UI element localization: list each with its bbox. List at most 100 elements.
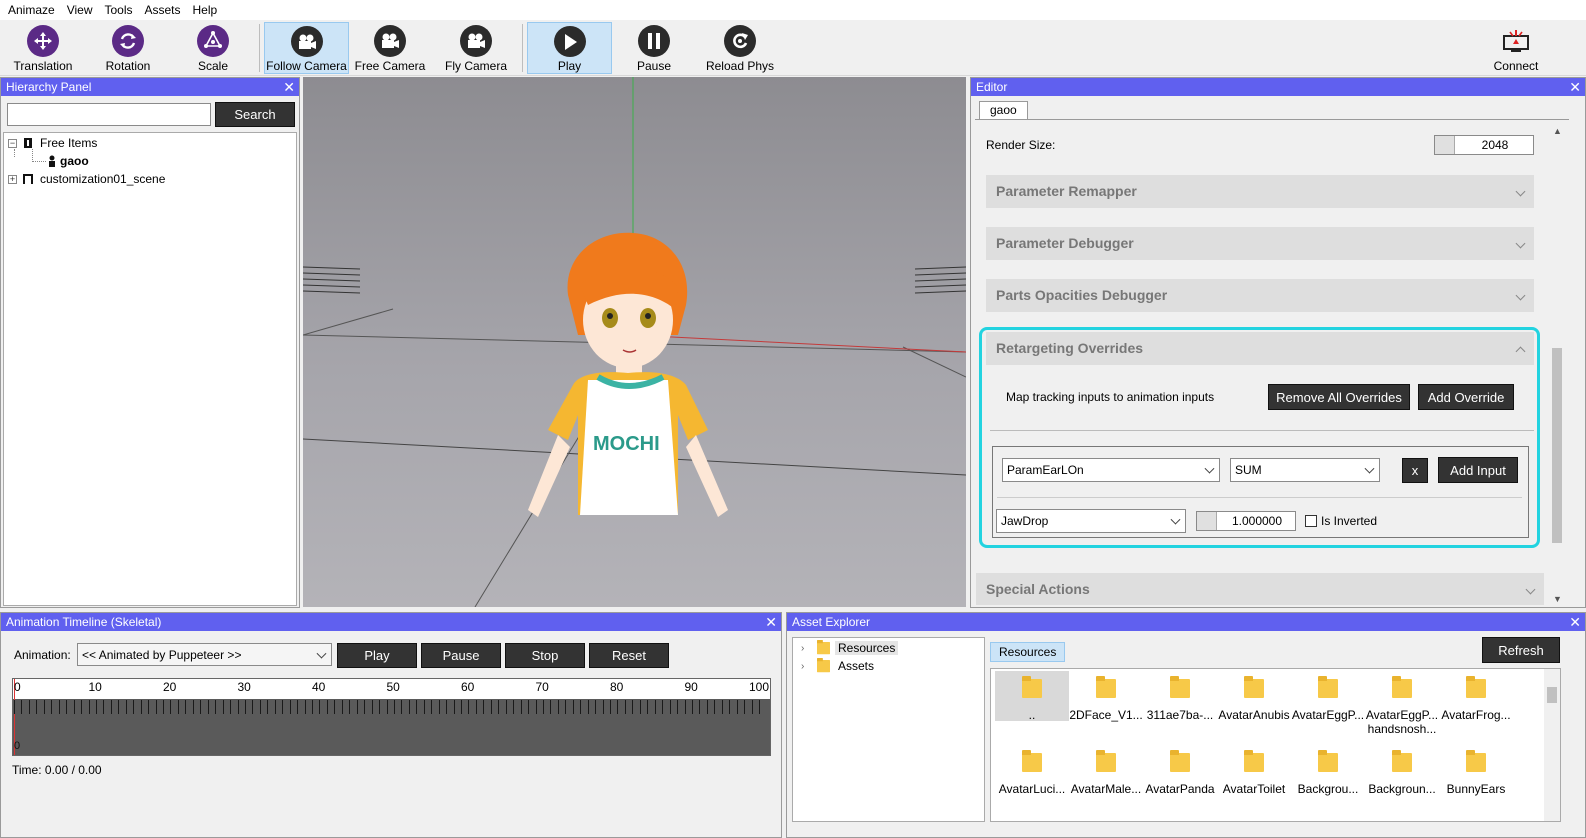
remove-override-button[interactable]: x [1402, 458, 1428, 483]
folder-icon [1466, 676, 1486, 698]
menu-tools[interactable]: Tools [98, 0, 138, 20]
asset-item[interactable]: .. [995, 671, 1069, 722]
timeline-play-button[interactable]: Play [337, 643, 417, 668]
fly-camera-button[interactable]: Fly Camera [440, 22, 512, 74]
add-override-button[interactable]: Add Override [1418, 384, 1514, 410]
editor-scrollbar[interactable]: ▲ ▼ [1550, 122, 1564, 606]
search-button[interactable]: Search [215, 102, 295, 127]
scale-button[interactable]: Scale [180, 22, 246, 74]
tree-item-resources[interactable]: Resources [835, 641, 899, 655]
ruler-tick [691, 700, 693, 714]
chevron-down-icon [1515, 238, 1526, 249]
section-retargeting-overrides[interactable]: Retargeting Overrides [986, 332, 1534, 365]
remove-all-overrides-button[interactable]: Remove All Overrides [1268, 384, 1410, 410]
collapse-icon[interactable]: − [8, 139, 17, 148]
input-source-select[interactable]: JawDrop [996, 509, 1186, 533]
reload-phys-button[interactable]: Reload Phys [700, 22, 780, 74]
tab-gaoo[interactable]: gaoo [979, 101, 1028, 119]
ruler-tick [304, 700, 306, 714]
camera-icon [290, 26, 323, 57]
follow-camera-button[interactable]: Follow Camera [264, 22, 349, 74]
connect-button[interactable]: Connect [1484, 22, 1548, 74]
free-camera-button[interactable]: Free Camera [352, 22, 428, 74]
rotation-button[interactable]: Rotation [94, 22, 162, 74]
asset-item[interactable]: AvatarToilet [1217, 745, 1291, 813]
asset-item[interactable]: AvatarLuci... [995, 745, 1069, 813]
play-button[interactable]: Play [527, 22, 612, 74]
input-weight-spinbox[interactable]: 1.000000 [1196, 511, 1296, 531]
close-icon[interactable]: ✕ [765, 613, 777, 631]
ruler-tick [639, 700, 641, 714]
animation-select[interactable]: << Animated by Puppeteer >> [77, 643, 332, 666]
spinbox-handle[interactable] [1435, 136, 1455, 154]
ruler-tick-label: 40 [312, 680, 326, 694]
ruler-tick [550, 700, 552, 714]
asset-item[interactable]: 311ae7ba-... [1143, 671, 1217, 739]
asset-item[interactable]: AvatarMale... [1069, 745, 1143, 813]
spinbox-handle[interactable] [1197, 512, 1217, 530]
section-title: Parts Opacities Debugger [996, 287, 1168, 303]
chevron-right-icon[interactable]: › [801, 661, 804, 672]
menu-help[interactable]: Help [187, 0, 224, 20]
menu-animaze[interactable]: Animaze [2, 0, 61, 20]
asset-item[interactable]: BunnyEars [1439, 745, 1513, 813]
track-start-label: 0 [14, 740, 21, 752]
timeline-reset-button[interactable]: Reset [589, 643, 669, 668]
chevron-down-icon [1515, 290, 1526, 301]
section-parts-opacities[interactable]: Parts Opacities Debugger [986, 279, 1534, 312]
ruler-tick [677, 700, 679, 714]
editor-scrollbar-thumb[interactable] [1552, 348, 1562, 543]
scroll-down-icon[interactable]: ▼ [1553, 594, 1562, 604]
chevron-right-icon[interactable]: › [801, 643, 804, 654]
viewport-3d[interactable]: MOCHI [303, 77, 966, 607]
asset-item[interactable]: AvatarEggP... handsnosh... [1365, 671, 1439, 739]
ruler-tick [483, 700, 485, 714]
ruler-tick [140, 700, 142, 714]
asset-item-label: AvatarFrog... [1441, 708, 1511, 722]
hierarchy-search-input[interactable] [7, 103, 211, 126]
asset-item[interactable]: 2DFace_V1... [1069, 671, 1143, 739]
asset-item-label: .. [1028, 708, 1036, 722]
section-parameter-debugger[interactable]: Parameter Debugger [986, 227, 1534, 260]
asset-item[interactable]: AvatarPanda [1143, 745, 1217, 813]
ruler-tick [669, 700, 671, 714]
tree-item-gaoo[interactable]: gaoo [60, 154, 89, 168]
tree-item-assets[interactable]: Assets [838, 659, 874, 673]
section-title: Parameter Remapper [996, 183, 1137, 199]
add-input-button[interactable]: Add Input [1438, 457, 1518, 483]
override-param-select[interactable]: ParamEarLOn [1002, 458, 1220, 482]
breadcrumb-resources[interactable]: Resources [990, 642, 1066, 662]
tree-item-scene[interactable]: customization01_scene [40, 172, 165, 186]
asset-item[interactable]: Backgroun... [1365, 745, 1439, 813]
ruler-tick [43, 700, 45, 714]
override-mode-select[interactable]: SUM [1230, 458, 1380, 482]
is-inverted-checkbox[interactable] [1305, 515, 1317, 527]
section-parameter-remapper[interactable]: Parameter Remapper [986, 175, 1534, 208]
timeline-pause-button[interactable]: Pause [421, 643, 501, 668]
asset-item[interactable]: AvatarFrog... [1439, 671, 1513, 739]
close-icon[interactable]: ✕ [1569, 613, 1581, 631]
asset-item[interactable]: AvatarAnubis [1217, 671, 1291, 739]
asset-grid-scrollbar[interactable] [1544, 669, 1560, 821]
tree-item-free-items[interactable]: Free Items [40, 136, 97, 150]
close-icon[interactable]: ✕ [283, 78, 295, 96]
rotate-icon [112, 25, 144, 57]
render-size-spinbox[interactable]: 2048 [1434, 135, 1534, 155]
ruler-tick-label: 60 [461, 680, 475, 694]
timeline-stop-button[interactable]: Stop [505, 643, 585, 668]
menu-assets[interactable]: Assets [139, 0, 187, 20]
expand-icon[interactable]: + [8, 175, 17, 184]
pause-button[interactable]: Pause [618, 22, 690, 74]
ruler-tick [438, 700, 440, 714]
tree-line [14, 149, 15, 157]
section-special-actions[interactable]: Special Actions [976, 573, 1544, 605]
translation-button[interactable]: Translation [8, 22, 78, 74]
close-icon[interactable]: ✕ [1569, 78, 1581, 96]
refresh-button[interactable]: Refresh [1482, 637, 1560, 663]
asset-item[interactable]: AvatarEggP... [1291, 671, 1365, 739]
scroll-up-icon[interactable]: ▲ [1553, 126, 1562, 136]
ruler-tick [163, 700, 164, 714]
asset-item[interactable]: Backgrou... [1291, 745, 1365, 813]
asset-grid-scrollbar-thumb[interactable] [1547, 687, 1557, 703]
menu-view[interactable]: View [61, 0, 99, 20]
